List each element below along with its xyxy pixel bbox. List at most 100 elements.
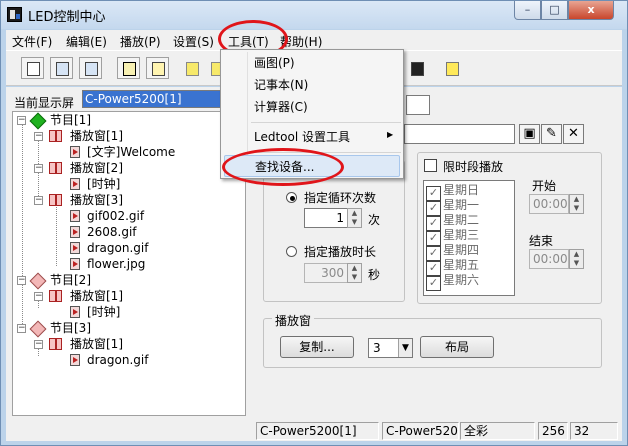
program-icon — [29, 320, 47, 338]
schedule-label: 限时段播放 — [441, 158, 506, 175]
day-item[interactable]: ✓ 星期一 — [426, 198, 512, 216]
day-item[interactable]: ✓ 星期三 — [426, 228, 512, 246]
window-icon — [49, 130, 62, 142]
close-button[interactable]: x — [568, 1, 614, 20]
start-time-input[interactable]: 00:00 — [529, 194, 569, 214]
menu-separator — [251, 122, 401, 123]
close-icon[interactable]: ✕ — [563, 124, 584, 144]
tree-node[interactable]: flower.jpg — [87, 256, 145, 272]
screen-label: 当前显示屏 — [14, 96, 75, 110]
tree-line — [56, 202, 57, 266]
menu-play[interactable]: 播放(P) — [120, 33, 161, 50]
loop-count-label: 指定循环次数 — [304, 191, 377, 205]
chevron-down-icon[interactable]: ▼ — [398, 339, 412, 357]
media-item-icon — [70, 226, 80, 238]
tree-expander[interactable]: − — [34, 164, 43, 173]
window-count-select[interactable]: 3 ▼ — [368, 338, 413, 358]
media-item-icon — [70, 178, 80, 190]
tree-node[interactable]: 2608.gif — [87, 224, 137, 240]
menu-settings[interactable]: 设置(S) — [173, 33, 214, 50]
tree-node[interactable]: 播放窗[2] — [70, 160, 123, 176]
tree-expander[interactable]: − — [34, 292, 43, 301]
day-item[interactable]: ✓ 星期二 — [426, 213, 512, 231]
maximize-button[interactable]: □ — [541, 1, 568, 20]
menu-item-notepad[interactable]: 记事本(N) — [224, 74, 400, 96]
menu-item-paint[interactable]: 画图(P) — [224, 52, 400, 74]
end-time-stepper[interactable]: ▲ ▼ — [569, 249, 584, 269]
status-height: 32 — [570, 422, 618, 440]
play-icon[interactable] — [117, 57, 140, 79]
window-count-value: 3 — [373, 341, 381, 355]
tree-expander[interactable]: − — [34, 340, 43, 349]
tree-node[interactable]: gif002.gif — [87, 208, 144, 224]
schedule-checkbox[interactable] — [424, 159, 437, 172]
open-folder-icon[interactable]: ▣ — [519, 124, 540, 144]
tree-node[interactable]: [时钟] — [87, 176, 120, 192]
loop-count-radio[interactable] — [286, 192, 297, 203]
start-label: 开始 — [532, 179, 557, 193]
menu-file[interactable]: 文件(F) — [12, 33, 52, 50]
duration-input[interactable]: 300 — [304, 263, 348, 283]
day-item[interactable]: ✓ 星期五 — [426, 258, 512, 276]
edit-icon[interactable]: ✎ — [541, 124, 562, 144]
app-icon — [7, 7, 22, 22]
screen-select[interactable]: C-Power5200[1] — [82, 90, 232, 108]
tree-node[interactable]: dragon.gif — [87, 352, 148, 368]
name-field[interactable] — [406, 95, 430, 115]
tree-node[interactable]: 播放窗[1] — [70, 288, 123, 304]
tree-line — [22, 122, 23, 332]
tree-node[interactable]: [时钟] — [87, 304, 120, 320]
end-time-input[interactable]: 00:00 — [529, 249, 569, 269]
tree-node[interactable]: 播放窗[1] — [70, 336, 123, 352]
media-item-icon — [70, 146, 80, 158]
window-icon — [49, 162, 62, 174]
duration-radio[interactable] — [286, 246, 297, 257]
path-field[interactable] — [404, 124, 515, 144]
media-item-icon — [70, 306, 80, 318]
tree-expander[interactable]: − — [17, 276, 26, 285]
menu-item-calculator[interactable]: 计算器(C) — [224, 96, 400, 118]
open-file-icon[interactable] — [50, 57, 73, 79]
copy-button[interactable]: 复制... — [280, 336, 354, 358]
sparkle-icon[interactable] — [180, 57, 203, 79]
day-list[interactable]: ✓ 星期日 ✓ 星期一 ✓ 星期二 ✓ 星期三 ✓ 星期四 ✓ 星期五 ✓ 星期六 — [423, 180, 515, 296]
new-file-icon[interactable] — [21, 57, 44, 79]
menu-item-ledtool[interactable]: Ledtool 设置工具 — [224, 126, 400, 148]
minimize-button[interactable]: – — [514, 1, 541, 20]
day-item[interactable]: ✓ 星期日 — [426, 183, 512, 201]
submenu-arrow-icon: ▶ — [387, 130, 394, 139]
window-icon — [49, 338, 62, 350]
edit-icon[interactable] — [146, 57, 169, 79]
tree-node[interactable]: 节目[2] — [50, 272, 91, 288]
media-item-icon — [70, 242, 80, 254]
status-color: 全彩 — [460, 422, 535, 440]
tree-expander[interactable]: − — [17, 116, 26, 125]
tree-expander[interactable]: − — [34, 132, 43, 141]
tree-node[interactable]: 节目[1] — [50, 112, 91, 128]
tree-node[interactable]: [文字]Welcome — [87, 144, 175, 160]
loop-count-input[interactable]: 1 — [304, 208, 348, 228]
loop-count-stepper[interactable]: ▲ ▼ — [347, 208, 362, 228]
tree-node[interactable]: dragon.gif — [87, 240, 148, 256]
arrow-icon[interactable] — [440, 57, 463, 79]
highlight-circle — [222, 148, 344, 186]
save-file-icon[interactable] — [79, 57, 102, 79]
program-tree[interactable]: − 节目[1] − 播放窗[1] [文字]Welcome − 播放窗[2] [时… — [12, 111, 246, 416]
tree-expander[interactable]: − — [17, 324, 26, 333]
tree-expander[interactable]: − — [34, 196, 43, 205]
status-screen2: C-Power5200 — [382, 422, 459, 440]
tree-node[interactable]: 播放窗[1] — [70, 128, 123, 144]
window-icon — [49, 290, 62, 302]
duration-unit: 秒 — [368, 268, 381, 282]
start-time-stepper[interactable]: ▲ ▼ — [569, 194, 584, 214]
tree-node[interactable]: 播放窗[3] — [70, 192, 123, 208]
day-item[interactable]: ✓ 星期六 — [426, 273, 512, 291]
end-label: 结束 — [529, 234, 554, 248]
day-item[interactable]: ✓ 星期四 — [426, 243, 512, 261]
duration-label: 指定播放时长 — [304, 245, 377, 259]
menu-edit[interactable]: 编辑(E) — [66, 33, 107, 50]
tree-node[interactable]: 节目[3] — [50, 320, 91, 336]
grid-icon[interactable] — [405, 57, 428, 79]
layout-button[interactable]: 布局 — [420, 336, 494, 358]
duration-stepper[interactable]: ▲ ▼ — [347, 263, 362, 283]
